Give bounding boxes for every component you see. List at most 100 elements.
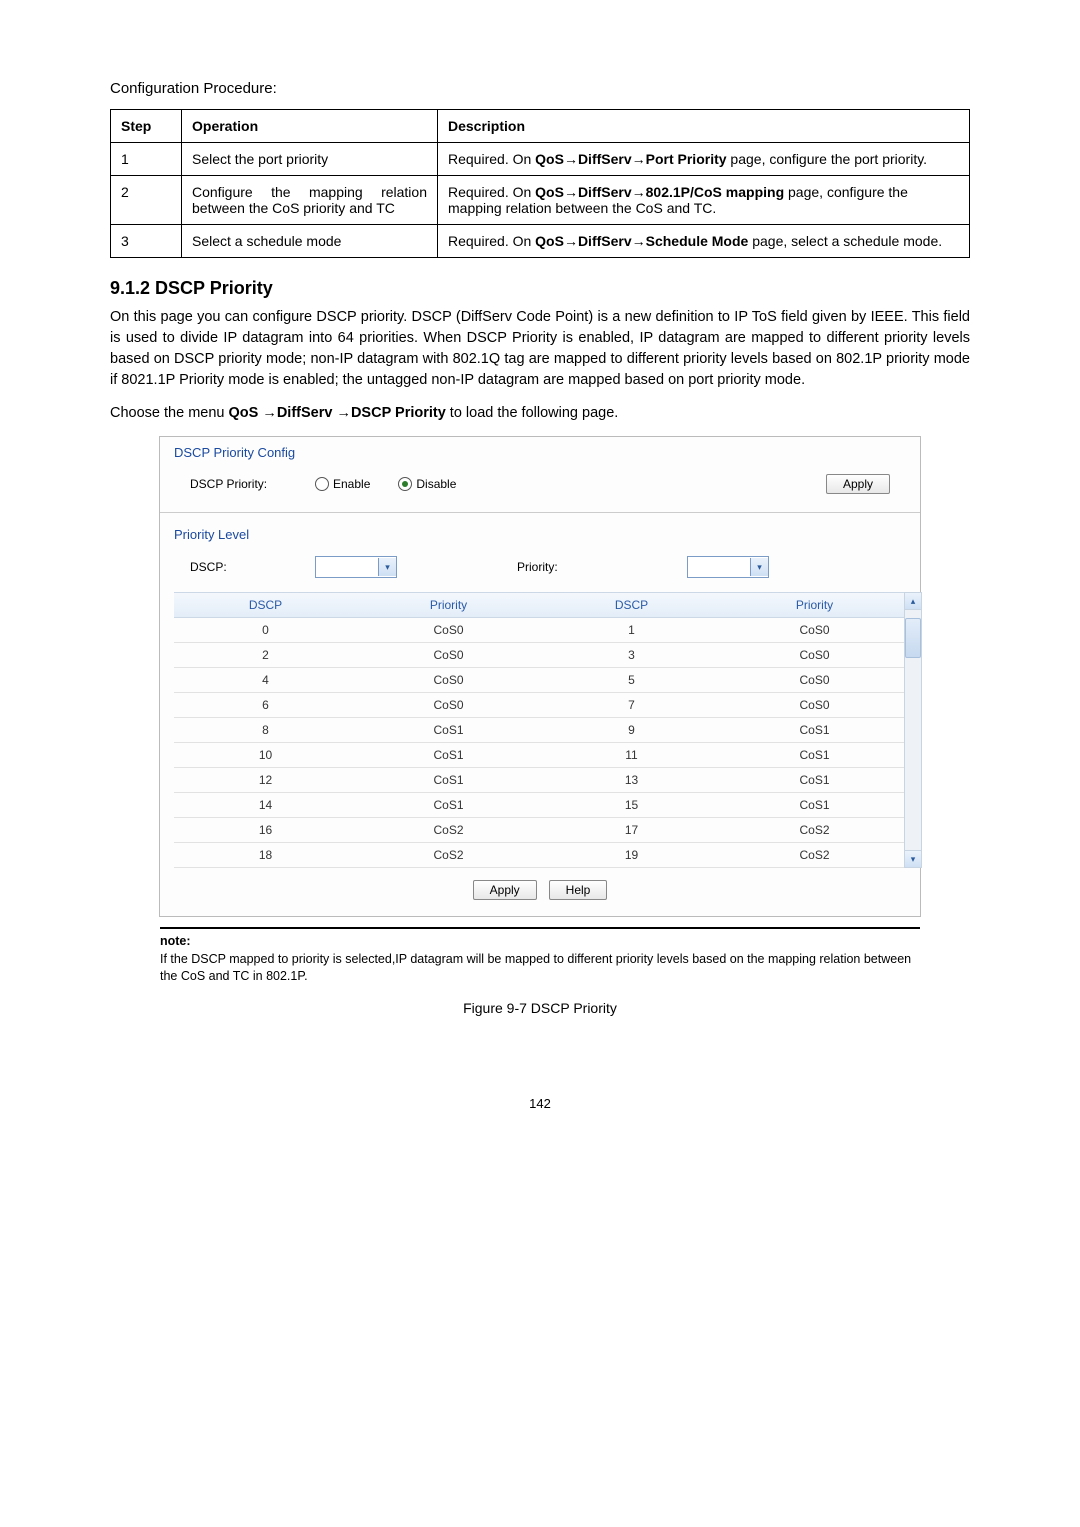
scrollbar[interactable]: ▴ ▾ [904,592,922,868]
dscp-priority-config-title: DSCP Priority Config [160,437,920,464]
disable-radio-label: Disable [416,477,456,491]
operation-text: Configure the mapping relation between t… [182,176,438,225]
dscp-cell: 0 [174,618,357,642]
table-row: 1 Select the port priority Required. On … [111,143,970,176]
chevron-down-icon: ▾ [378,558,396,576]
page-number: 142 [110,1096,970,1111]
dscp-cell: 1 [540,618,723,642]
dscp-cell: 15 [540,793,723,817]
table-row: 0CoS01CoS0 [174,618,906,643]
priority-level-title: Priority Level [160,519,920,546]
step-number: 2 [111,176,182,225]
enable-radio[interactable]: Enable [315,477,370,491]
priority-cell: CoS2 [723,843,906,867]
chevron-down-icon: ▾ [750,558,768,576]
table-row: 16CoS217CoS2 [174,818,906,843]
priority-cell: CoS1 [357,793,540,817]
enable-radio-label: Enable [333,477,370,491]
heading-dscp-priority: 9.1.2 DSCP Priority [110,278,970,299]
scroll-thumb[interactable] [905,618,921,658]
priority-cell: CoS1 [723,793,906,817]
step-number: 1 [111,143,182,176]
priority-cell: CoS2 [357,843,540,867]
col-priority: Priority [723,593,906,617]
scroll-down-icon[interactable]: ▾ [905,850,921,867]
dscp-priority-label: DSCP Priority: [190,477,305,491]
radio-icon [398,477,412,491]
col-dscp: DSCP [540,593,723,617]
radio-icon [315,477,329,491]
dscp-cell: 13 [540,768,723,792]
figure-caption: Figure 9-7 DSCP Priority [110,1000,970,1016]
dscp-cell: 19 [540,843,723,867]
col-step: Step [111,110,182,143]
col-priority: Priority [357,593,540,617]
table-row: 12CoS113CoS1 [174,768,906,793]
note-block: note: If the DSCP mapped to priority is … [160,933,920,986]
priority-cell: CoS1 [723,768,906,792]
priority-cell: CoS1 [723,743,906,767]
priority-cell: CoS0 [723,693,906,717]
table-row: 2CoS03CoS0 [174,643,906,668]
dscp-cell: 16 [174,818,357,842]
operation-text: Select a schedule mode [182,225,438,258]
table-row: 2 Configure the mapping relation between… [111,176,970,225]
dscp-cell: 8 [174,718,357,742]
priority-select-label: Priority: [517,560,587,574]
priority-cell: CoS0 [357,618,540,642]
table-row: 10CoS111CoS1 [174,743,906,768]
dscp-select[interactable]: ▾ [315,556,397,578]
dscp-select-label: DSCP: [190,560,285,574]
priority-cell: CoS1 [357,718,540,742]
scroll-up-icon[interactable]: ▴ [905,593,921,610]
table-row: 8CoS19CoS1 [174,718,906,743]
dscp-cell: 7 [540,693,723,717]
dscp-cell: 14 [174,793,357,817]
dscp-cell: 2 [174,643,357,667]
priority-cell: CoS0 [723,643,906,667]
operation-text: Select the port priority [182,143,438,176]
dscp-cell: 9 [540,718,723,742]
table-row: 18CoS219CoS2 [174,843,906,868]
note-label: note: [160,933,920,951]
priority-cell: CoS1 [723,718,906,742]
col-description: Description [438,110,970,143]
col-dscp: DSCP [174,593,357,617]
dscp-cell: 4 [174,668,357,692]
step-number: 3 [111,225,182,258]
dscp-config-screenshot: DSCP Priority Config DSCP Priority: Enab… [159,436,921,917]
dscp-cell: 17 [540,818,723,842]
priority-cell: CoS0 [723,618,906,642]
dscp-description: On this page you can configure DSCP prio… [110,307,970,391]
dscp-cell: 12 [174,768,357,792]
description-text: Required. On QoS→DiffServ→Port Priority … [438,143,970,176]
config-procedure-title: Configuration Procedure: [110,80,970,97]
dscp-cell: 18 [174,843,357,867]
dscp-table-header: DSCP Priority DSCP Priority [174,592,906,618]
priority-cell: CoS0 [357,643,540,667]
help-button[interactable]: Help [549,880,608,900]
dscp-cell: 6 [174,693,357,717]
col-operation: Operation [182,110,438,143]
dscp-cell: 11 [540,743,723,767]
priority-cell: CoS2 [357,818,540,842]
priority-select[interactable]: ▾ [687,556,769,578]
apply-button[interactable]: Apply [826,474,890,494]
procedure-table: Step Operation Description 1 Select the … [110,109,970,258]
priority-cell: CoS1 [357,768,540,792]
dscp-table-body: 0CoS01CoS02CoS03CoS04CoS05CoS06CoS07CoS0… [174,618,906,868]
description-text: Required. On QoS→DiffServ→802.1P/CoS map… [438,176,970,225]
priority-cell: CoS0 [723,668,906,692]
disable-radio[interactable]: Disable [398,477,456,491]
priority-cell: CoS2 [723,818,906,842]
table-row: 4CoS05CoS0 [174,668,906,693]
apply-button[interactable]: Apply [473,880,537,900]
table-row: 14CoS115CoS1 [174,793,906,818]
dscp-cell: 10 [174,743,357,767]
priority-cell: CoS0 [357,693,540,717]
description-text: Required. On QoS→DiffServ→Schedule Mode … [438,225,970,258]
dscp-cell: 3 [540,643,723,667]
note-text: If the DSCP mapped to priority is select… [160,951,920,986]
dscp-cell: 5 [540,668,723,692]
menu-path-instruction: Choose the menu QoS →DiffServ →DSCP Prio… [110,403,970,424]
